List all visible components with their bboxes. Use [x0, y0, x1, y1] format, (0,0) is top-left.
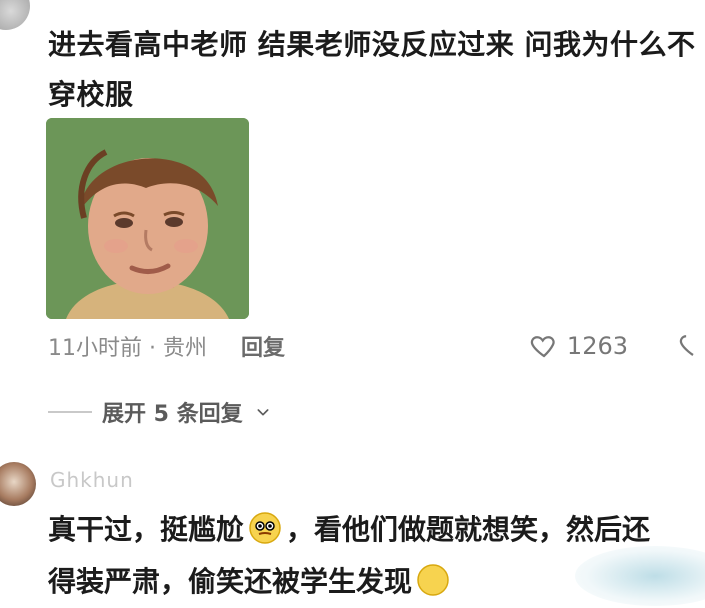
expand-replies-label: 展开 5 条回复: [102, 402, 243, 427]
divider-line: [48, 411, 92, 413]
chevron-down-icon: [257, 409, 269, 416]
comment-time-location: 11小时前 · 贵州: [48, 336, 207, 361]
meme-image[interactable]: [46, 118, 249, 319]
reply-button[interactable]: 回复: [241, 330, 285, 362]
comment-text-part: 真干过，挺尴尬: [48, 513, 245, 546]
heart-outline-icon[interactable]: [529, 331, 559, 361]
comment-meta: 11小时前 · 贵州 回复 1263: [48, 326, 694, 366]
comment-text: 进去看高中老师 结果老师没反应过来 问我为什么不穿校服: [48, 28, 696, 111]
username[interactable]: Ghkhun: [50, 468, 134, 492]
expand-replies-button[interactable]: 展开 5 条回复: [48, 395, 271, 429]
avatar[interactable]: [0, 0, 30, 30]
like-button[interactable]: 1263: [529, 326, 628, 366]
partial-heart-icon: [679, 335, 694, 356]
flushed-emoji-icon: [249, 512, 281, 544]
smile-emoji-icon: [417, 564, 449, 596]
like-count: 1263: [566, 332, 628, 360]
avatar[interactable]: [0, 462, 36, 506]
comment-text-part: ，看他们做题就想笑，然后还: [286, 513, 651, 546]
